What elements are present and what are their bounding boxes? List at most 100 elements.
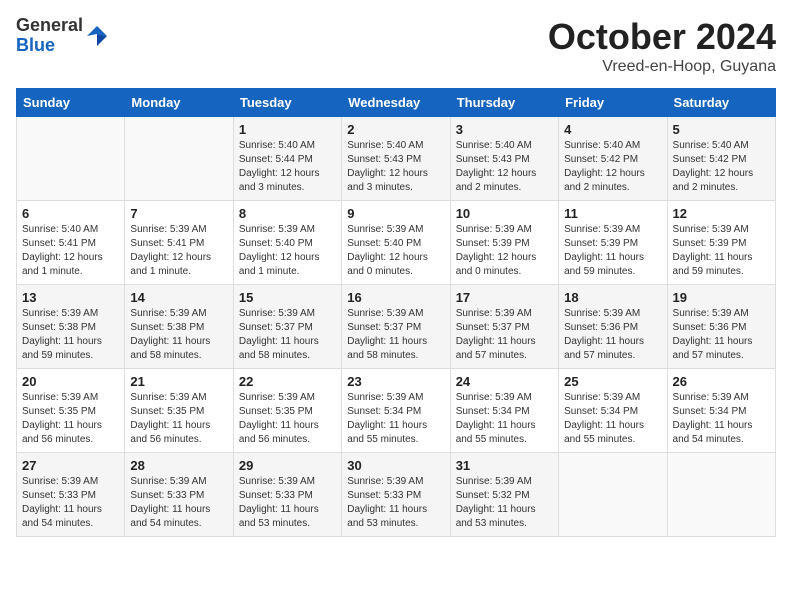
day-info: Sunrise: 5:40 AM Sunset: 5:43 PM Dayligh…	[347, 139, 444, 195]
calendar-header: SundayMondayTuesdayWednesdayThursdayFrid…	[17, 89, 776, 117]
day-number: 30	[347, 458, 444, 473]
day-info: Sunrise: 5:39 AM Sunset: 5:32 PM Dayligh…	[456, 475, 553, 531]
calendar-day-cell: 21 Sunrise: 5:39 AM Sunset: 5:35 PM Dayli…	[125, 369, 233, 453]
calendar-day-cell: 17 Sunrise: 5:39 AM Sunset: 5:37 PM Dayli…	[450, 285, 558, 369]
day-number: 21	[130, 374, 227, 389]
calendar-day-cell: 30Sunrise: 5:39 AM Sunset: 5:33 PM Dayli…	[342, 453, 450, 537]
day-info: Sunrise: 5:40 AM Sunset: 5:44 PM Dayligh…	[239, 139, 336, 195]
calendar-body: 1 Sunrise: 5:40 AM Sunset: 5:44 PM Daylig…	[17, 117, 776, 537]
calendar-day-cell: 1 Sunrise: 5:40 AM Sunset: 5:44 PM Daylig…	[233, 117, 341, 201]
day-number: 5	[673, 122, 770, 137]
calendar-day-cell	[559, 453, 667, 537]
day-info: Sunrise: 5:39 AM Sunset: 5:35 PM Dayligh…	[239, 391, 336, 447]
weekday-header: Friday	[559, 89, 667, 117]
calendar-day-cell: 3 Sunrise: 5:40 AM Sunset: 5:43 PM Daylig…	[450, 117, 558, 201]
day-number: 10	[456, 206, 553, 221]
day-number: 22	[239, 374, 336, 389]
calendar-day-cell: 26Sunrise: 5:39 AM Sunset: 5:34 PM Dayli…	[667, 369, 775, 453]
day-number: 25	[564, 374, 661, 389]
calendar-week-row: 20Sunrise: 5:39 AM Sunset: 5:35 PM Dayli…	[17, 369, 776, 453]
weekday-header: Saturday	[667, 89, 775, 117]
logo-icon	[85, 24, 109, 48]
calendar-week-row: 1 Sunrise: 5:40 AM Sunset: 5:44 PM Daylig…	[17, 117, 776, 201]
month-title: October 2024	[548, 16, 776, 58]
day-number: 24	[456, 374, 553, 389]
calendar-day-cell: 9 Sunrise: 5:39 AM Sunset: 5:40 PM Daylig…	[342, 201, 450, 285]
day-number: 16	[347, 290, 444, 305]
calendar-day-cell: 22 Sunrise: 5:39 AM Sunset: 5:35 PM Dayli…	[233, 369, 341, 453]
weekday-header: Tuesday	[233, 89, 341, 117]
day-info: Sunrise: 5:39 AM Sunset: 5:33 PM Dayligh…	[239, 475, 336, 531]
day-number: 2	[347, 122, 444, 137]
weekday-header: Thursday	[450, 89, 558, 117]
day-info: Sunrise: 5:39 AM Sunset: 5:39 PM Dayligh…	[673, 223, 770, 279]
calendar-day-cell: 19Sunrise: 5:39 AM Sunset: 5:36 PM Dayli…	[667, 285, 775, 369]
day-info: Sunrise: 5:39 AM Sunset: 5:40 PM Dayligh…	[347, 223, 444, 279]
day-info: Sunrise: 5:39 AM Sunset: 5:38 PM Dayligh…	[130, 307, 227, 363]
calendar-day-cell: 24 Sunrise: 5:39 AM Sunset: 5:34 PM Dayli…	[450, 369, 558, 453]
day-number: 28	[130, 458, 227, 473]
location-subtitle: Vreed-en-Hoop, Guyana	[548, 58, 776, 76]
calendar-day-cell: 10 Sunrise: 5:39 AM Sunset: 5:39 PM Dayli…	[450, 201, 558, 285]
calendar-day-cell: 25 Sunrise: 5:39 AM Sunset: 5:34 PM Dayli…	[559, 369, 667, 453]
day-number: 27	[22, 458, 119, 473]
day-number: 29	[239, 458, 336, 473]
day-info: Sunrise: 5:39 AM Sunset: 5:36 PM Dayligh…	[564, 307, 661, 363]
calendar-day-cell: 2 Sunrise: 5:40 AM Sunset: 5:43 PM Daylig…	[342, 117, 450, 201]
day-info: Sunrise: 5:40 AM Sunset: 5:43 PM Dayligh…	[456, 139, 553, 195]
weekday-header: Sunday	[17, 89, 125, 117]
day-info: Sunrise: 5:39 AM Sunset: 5:41 PM Dayligh…	[130, 223, 227, 279]
day-number: 23	[347, 374, 444, 389]
day-number: 11	[564, 206, 661, 221]
calendar-week-row: 6 Sunrise: 5:40 AM Sunset: 5:41 PM Daylig…	[17, 201, 776, 285]
day-info: Sunrise: 5:39 AM Sunset: 5:34 PM Dayligh…	[347, 391, 444, 447]
day-info: Sunrise: 5:39 AM Sunset: 5:39 PM Dayligh…	[456, 223, 553, 279]
calendar-day-cell: 5 Sunrise: 5:40 AM Sunset: 5:42 PM Daylig…	[667, 117, 775, 201]
calendar-day-cell: 7 Sunrise: 5:39 AM Sunset: 5:41 PM Daylig…	[125, 201, 233, 285]
day-info: Sunrise: 5:39 AM Sunset: 5:37 PM Dayligh…	[456, 307, 553, 363]
day-number: 17	[456, 290, 553, 305]
day-info: Sunrise: 5:39 AM Sunset: 5:37 PM Dayligh…	[347, 307, 444, 363]
day-info: Sunrise: 5:39 AM Sunset: 5:33 PM Dayligh…	[22, 475, 119, 531]
day-info: Sunrise: 5:39 AM Sunset: 5:35 PM Dayligh…	[22, 391, 119, 447]
calendar-week-row: 13 Sunrise: 5:39 AM Sunset: 5:38 PM Dayli…	[17, 285, 776, 369]
day-info: Sunrise: 5:39 AM Sunset: 5:33 PM Dayligh…	[130, 475, 227, 531]
calendar-day-cell: 18 Sunrise: 5:39 AM Sunset: 5:36 PM Dayli…	[559, 285, 667, 369]
day-number: 1	[239, 122, 336, 137]
title-block: October 2024 Vreed-en-Hoop, Guyana	[548, 16, 776, 76]
calendar-day-cell: 27 Sunrise: 5:39 AM Sunset: 5:33 PM Dayli…	[17, 453, 125, 537]
day-info: Sunrise: 5:40 AM Sunset: 5:42 PM Dayligh…	[673, 139, 770, 195]
day-number: 8	[239, 206, 336, 221]
logo-text: General Blue	[16, 16, 83, 56]
day-info: Sunrise: 5:39 AM Sunset: 5:35 PM Dayligh…	[130, 391, 227, 447]
day-number: 31	[456, 458, 553, 473]
calendar-day-cell: 16 Sunrise: 5:39 AM Sunset: 5:37 PM Dayli…	[342, 285, 450, 369]
calendar-day-cell: 28 Sunrise: 5:39 AM Sunset: 5:33 PM Dayli…	[125, 453, 233, 537]
day-info: Sunrise: 5:39 AM Sunset: 5:37 PM Dayligh…	[239, 307, 336, 363]
day-number: 14	[130, 290, 227, 305]
weekday-header: Wednesday	[342, 89, 450, 117]
day-number: 7	[130, 206, 227, 221]
day-number: 12	[673, 206, 770, 221]
day-info: Sunrise: 5:39 AM Sunset: 5:38 PM Dayligh…	[22, 307, 119, 363]
weekday-header: Monday	[125, 89, 233, 117]
day-number: 6	[22, 206, 119, 221]
day-info: Sunrise: 5:40 AM Sunset: 5:42 PM Dayligh…	[564, 139, 661, 195]
day-info: Sunrise: 5:39 AM Sunset: 5:36 PM Dayligh…	[673, 307, 770, 363]
day-info: Sunrise: 5:39 AM Sunset: 5:34 PM Dayligh…	[673, 391, 770, 447]
logo-general: General	[16, 16, 83, 36]
calendar-day-cell	[125, 117, 233, 201]
day-number: 13	[22, 290, 119, 305]
day-number: 4	[564, 122, 661, 137]
calendar-day-cell: 13 Sunrise: 5:39 AM Sunset: 5:38 PM Dayli…	[17, 285, 125, 369]
day-info: Sunrise: 5:39 AM Sunset: 5:34 PM Dayligh…	[564, 391, 661, 447]
day-number: 3	[456, 122, 553, 137]
day-number: 15	[239, 290, 336, 305]
day-info: Sunrise: 5:40 AM Sunset: 5:41 PM Dayligh…	[22, 223, 119, 279]
day-number: 9	[347, 206, 444, 221]
calendar-week-row: 27 Sunrise: 5:39 AM Sunset: 5:33 PM Dayli…	[17, 453, 776, 537]
calendar-day-cell: 12 Sunrise: 5:39 AM Sunset: 5:39 PM Dayli…	[667, 201, 775, 285]
page-header: General Blue October 2024 Vreed-en-Hoop,…	[16, 16, 776, 76]
day-number: 18	[564, 290, 661, 305]
day-info: Sunrise: 5:39 AM Sunset: 5:34 PM Dayligh…	[456, 391, 553, 447]
